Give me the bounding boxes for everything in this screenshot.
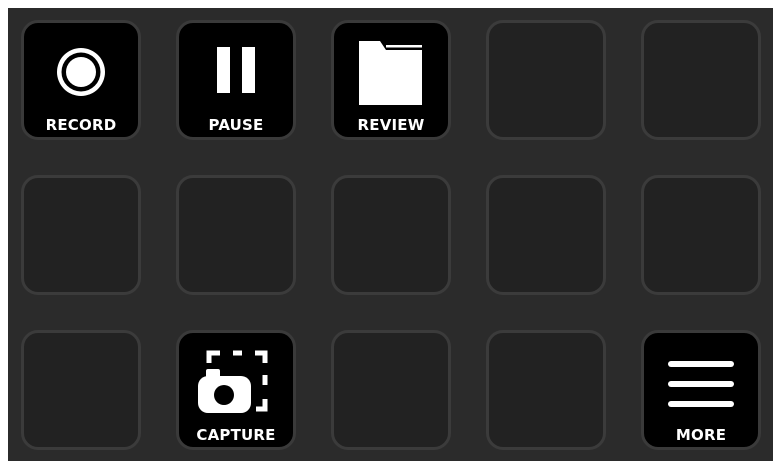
empty-key[interactable] bbox=[176, 175, 296, 295]
empty-key[interactable] bbox=[641, 175, 761, 295]
empty-key[interactable] bbox=[486, 175, 606, 295]
record-label: RECORD bbox=[45, 116, 117, 134]
button-deck: RECORD PAUSE REVIEW CAPTURE MORE bbox=[8, 8, 773, 461]
record-button[interactable]: RECORD bbox=[21, 20, 141, 140]
empty-key[interactable] bbox=[641, 20, 761, 140]
review-label: REVIEW bbox=[357, 116, 425, 134]
review-button[interactable]: REVIEW bbox=[331, 20, 451, 140]
capture-label: CAPTURE bbox=[196, 426, 276, 444]
empty-key[interactable] bbox=[331, 175, 451, 295]
more-label: MORE bbox=[675, 426, 727, 444]
empty-key[interactable] bbox=[21, 175, 141, 295]
pause-button[interactable]: PAUSE bbox=[176, 20, 296, 140]
empty-key[interactable] bbox=[21, 330, 141, 450]
capture-button[interactable]: CAPTURE bbox=[176, 330, 296, 450]
empty-key[interactable] bbox=[331, 330, 451, 450]
pause-label: PAUSE bbox=[208, 116, 264, 134]
more-button[interactable]: MORE bbox=[641, 330, 761, 450]
empty-key[interactable] bbox=[486, 20, 606, 140]
empty-key[interactable] bbox=[486, 330, 606, 450]
